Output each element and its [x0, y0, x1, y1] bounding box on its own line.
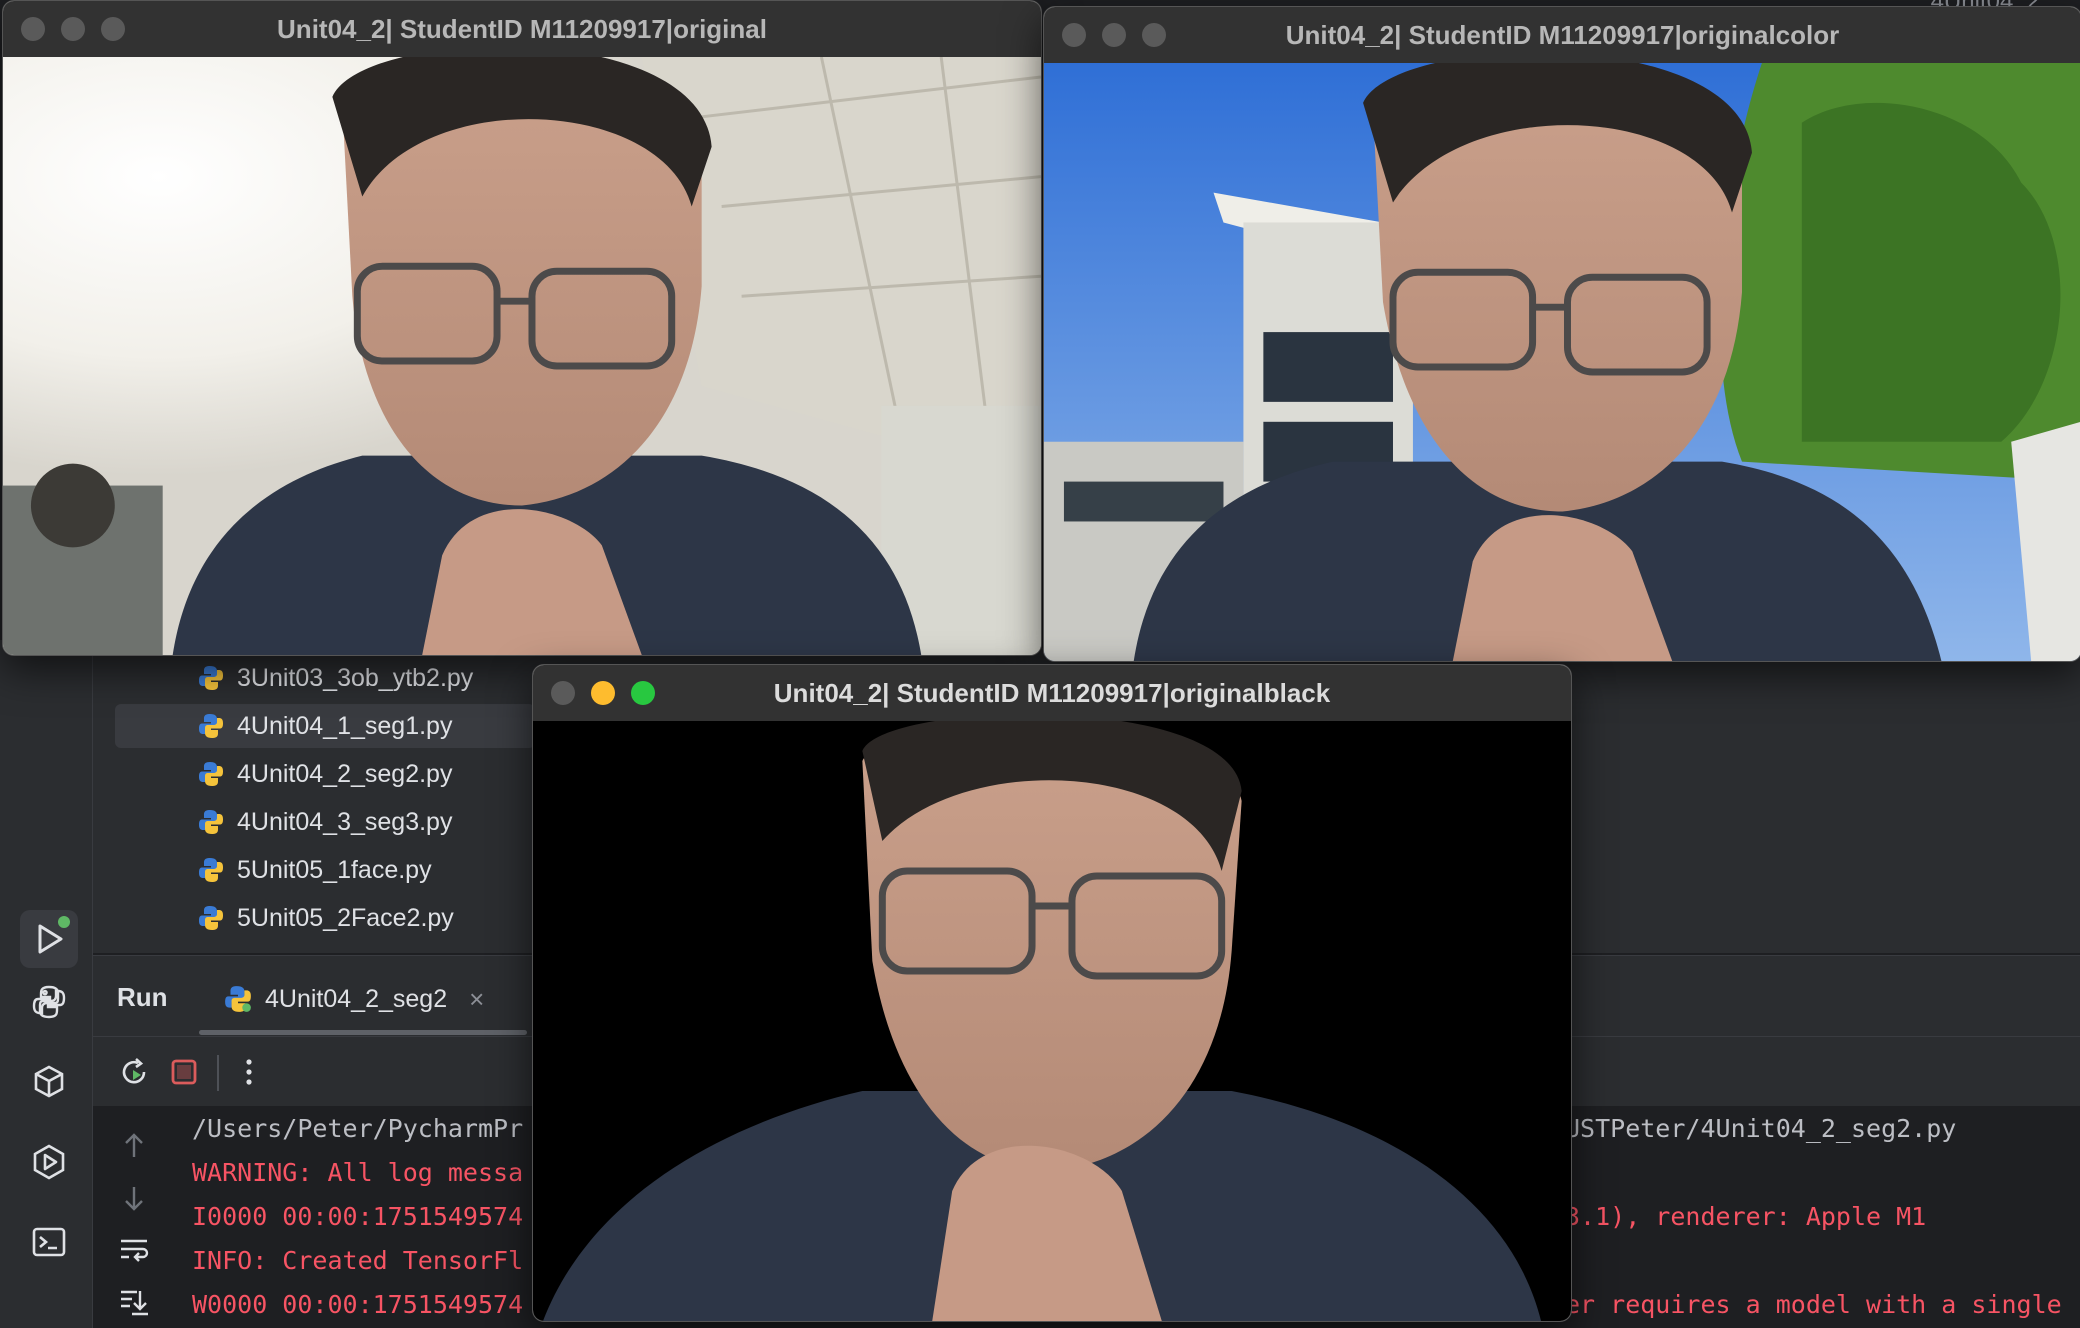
console-line: USTPeter/4Unit04_2_seg2.py [1565, 1114, 1957, 1143]
soft-wrap-button[interactable] [113, 1230, 155, 1270]
close-button[interactable] [1062, 23, 1086, 47]
python-icon [32, 985, 66, 1019]
run-tab-label: 4Unit04_2_seg2 [265, 984, 448, 1013]
window-title: Unit04_2| StudentID M11209917|originalco… [1285, 19, 1840, 50]
close-icon[interactable]: × [469, 984, 484, 1015]
stop-icon [171, 1059, 197, 1085]
file-item[interactable]: 5Unit05_1face.py [115, 848, 535, 892]
file-item[interactable]: 4Unit04_3_seg3.py [115, 800, 535, 844]
file-item[interactable]: 3Unit03_3ob_ytb2.py [115, 656, 535, 700]
file-name: 5Unit05_2Face2.py [237, 903, 454, 932]
console-line: INFO: Created TensorFl [192, 1246, 524, 1275]
minimize-button[interactable] [591, 681, 615, 705]
window-originalcolor[interactable]: Unit04_2| StudentID M11209917|originalco… [1043, 6, 2080, 662]
window-titlebar[interactable]: Unit04_2| StudentID M11209917|original [3, 1, 1041, 57]
zoom-button[interactable] [1142, 23, 1166, 47]
console-line: W0000 00:00:1751549574 [192, 1290, 524, 1319]
scroll-to-end-button[interactable] [113, 1282, 155, 1322]
python-file-icon [199, 666, 223, 690]
more-vertical-icon [246, 1059, 252, 1085]
file-name: 5Unit05_1face.py [237, 855, 432, 884]
traffic-lights [21, 17, 125, 41]
file-item[interactable]: 4Unit04_2_seg2.py [115, 752, 535, 796]
window-title: Unit04_2| StudentID M11209917|original [277, 13, 767, 44]
close-button[interactable] [21, 17, 45, 41]
console-line: /Users/Peter/PycharmPr [192, 1114, 524, 1143]
services-button[interactable] [20, 1133, 78, 1191]
python-file-icon [199, 906, 223, 930]
file-item-selected[interactable]: 4Unit04_1_seg1.py [115, 704, 535, 748]
file-name: 4Unit04_1_seg1.py [237, 711, 453, 740]
python-file-icon [199, 858, 223, 882]
services-icon [33, 1144, 65, 1180]
arrow-up-icon [125, 1133, 143, 1157]
video-frame [3, 57, 1041, 655]
file-item[interactable]: 5Unit05_2Face2.py [115, 896, 535, 940]
window-original[interactable]: Unit04_2| StudentID M11209917|original [2, 0, 1042, 656]
more-options-button[interactable] [228, 1051, 270, 1093]
file-name: 3Unit03_3ob_ytb2.py [237, 663, 474, 692]
video-frame [1044, 63, 2080, 661]
scroll-down-button[interactable] [113, 1178, 155, 1218]
file-name: 4Unit04_2_seg2.py [237, 759, 453, 788]
window-title: Unit04_2| StudentID M11209917|originalbl… [773, 677, 1331, 708]
console-line: I0000 00:00:1751549574 [192, 1202, 524, 1231]
window-originalblack[interactable]: Unit04_2| StudentID M11209917|originalbl… [532, 664, 1572, 1322]
python-file-icon [199, 714, 223, 738]
stop-button[interactable] [163, 1051, 205, 1093]
scroll-to-end-icon [121, 1290, 148, 1316]
run-tool-button[interactable] [20, 910, 78, 968]
run-tab[interactable]: 4Unit04_2_seg2 × [223, 974, 484, 1024]
rerun-icon [122, 1058, 146, 1084]
window-titlebar[interactable]: Unit04_2| StudentID M11209917|originalbl… [533, 665, 1571, 721]
window-titlebar[interactable]: Unit04_2| StudentID M11209917|originalco… [1044, 7, 2080, 63]
terminal-button[interactable] [20, 1213, 78, 1271]
console-line: WARNING: All log messa [192, 1158, 524, 1187]
file-name: 4Unit04_3_seg3.py [237, 807, 453, 836]
traffic-lights [1062, 23, 1166, 47]
running-indicator [58, 916, 70, 928]
zoom-button[interactable] [101, 17, 125, 41]
webcam-image [3, 57, 1041, 655]
minimize-button[interactable] [1102, 23, 1126, 47]
console-line: er requires a model with a single [1565, 1290, 2062, 1319]
python-file-icon [199, 762, 223, 786]
scroll-up-button[interactable] [113, 1126, 155, 1166]
soft-wrap-icon [121, 1239, 149, 1262]
run-tab-underline [199, 1030, 527, 1035]
python-console-button[interactable] [20, 973, 78, 1031]
segmented-image [533, 721, 1571, 1321]
python-file-icon [225, 986, 251, 1012]
run-panel-title: Run [117, 982, 168, 1012]
composited-image [1044, 63, 2080, 661]
rerun-button[interactable] [113, 1051, 155, 1093]
arrow-down-icon [125, 1187, 143, 1211]
terminal-icon [32, 1227, 66, 1257]
packages-icon [34, 1065, 64, 1098]
toolbar-separator [217, 1055, 219, 1091]
python-file-icon [199, 810, 223, 834]
minimize-button[interactable] [61, 17, 85, 41]
tool-window-strip [0, 640, 93, 1328]
console-line: 3.1), renderer: Apple M1 [1565, 1202, 1927, 1231]
zoom-button[interactable] [631, 681, 655, 705]
video-frame [533, 721, 1571, 1321]
traffic-lights [551, 681, 655, 705]
close-button[interactable] [551, 681, 575, 705]
python-packages-button[interactable] [20, 1053, 78, 1111]
